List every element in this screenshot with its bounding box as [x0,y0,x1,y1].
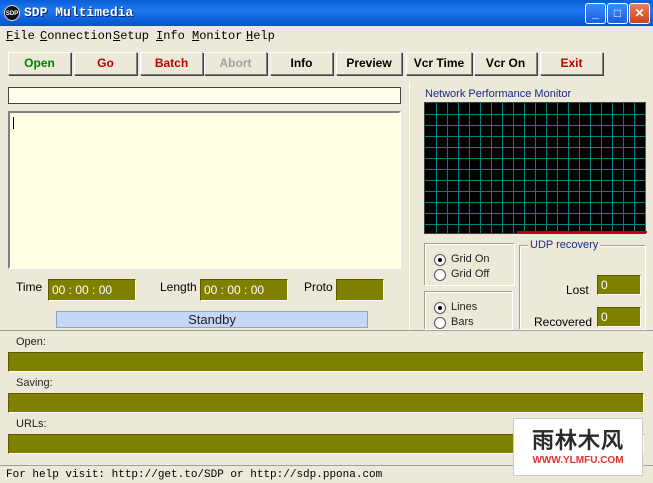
grid-line-horizontal [425,213,645,214]
menu-info[interactable]: Info [156,29,185,43]
go-button-label: Go [97,56,114,70]
time-value: 00 : 00 : 00 [48,279,136,301]
proto-value [336,279,384,301]
vcr-time-button[interactable]: Vcr Time [406,52,472,75]
info-button-label: Info [290,56,313,70]
recovered-label: Recovered [534,315,593,329]
open-button-label: Open [24,56,55,70]
lost-value: 0 [597,275,641,295]
saving-progress-bar [8,393,644,413]
udp-recovery-title: UDP recovery [528,239,601,251]
grid-line-horizontal [425,180,645,181]
grid-off-label: Grid Off [451,268,490,280]
menu-connection[interactable]: Connection [40,29,112,43]
menu-setup[interactable]: Setup [113,29,149,43]
preview-button[interactable]: Preview [336,52,402,75]
open-progress-bar [8,352,644,372]
batch-button[interactable]: Batch [140,52,203,75]
monitor-title: Network Performance Monitor [425,88,572,100]
bars-label: Bars [451,316,474,328]
title-bar[interactable]: SDP SDP Multimedia _ □ ✕ [0,0,653,26]
batch-button-label: Batch [154,56,189,70]
menu-help[interactable]: Help [246,29,275,43]
grid-line-horizontal [425,114,645,115]
abort-button[interactable]: Abort [204,52,267,75]
vcr-on-button-label: Vcr On [485,56,526,70]
watermark-logo: 雨林木风 WWW.YLMFU.COM [513,418,643,476]
urls-progress-label: URLs: [16,418,47,430]
log-textarea[interactable] [8,111,401,269]
monitor-trace [517,231,647,233]
watermark-text: 雨林木风 [531,428,624,453]
grid-line-horizontal [425,202,645,203]
exit-button-label: Exit [560,56,583,70]
grid-line-horizontal [425,147,645,148]
app-icon: SDP [4,5,20,21]
proto-label: Proto [304,280,333,294]
vcr-on-button[interactable]: Vcr On [474,52,537,75]
network-monitor-graph [424,102,647,234]
recovered-value: 0 [597,307,641,327]
grid-line-horizontal [425,125,645,126]
length-label: Length [160,280,197,294]
watermark-url: WWW.YLMFU.COM [532,455,624,466]
grid-line-horizontal [425,136,645,137]
lines-radio[interactable] [434,302,446,314]
grid-line-vertical [645,103,646,233]
grid-line-horizontal [425,158,645,159]
abort-button-label: Abort [219,56,252,70]
saving-progress-label: Saving: [16,377,53,389]
open-progress-label: Open: [16,336,46,348]
bars-radio[interactable] [434,317,446,329]
help-text: For help visit: http://get.to/SDP or htt… [6,469,383,481]
time-label: Time [16,280,43,294]
close-icon[interactable]: ✕ [629,3,650,24]
open-button[interactable]: Open [8,52,71,75]
window-title: SDP Multimedia [24,5,134,20]
lines-label: Lines [451,301,478,313]
info-button[interactable]: Info [270,52,333,75]
grid-on-label: Grid On [451,253,490,265]
menu-monitor[interactable]: Monitor [192,29,242,43]
grid-line-horizontal [425,191,645,192]
grid-line-horizontal [425,224,645,225]
menu-file[interactable]: File [6,29,35,43]
text-caret [13,117,14,129]
url-input[interactable] [8,87,401,104]
go-button[interactable]: Go [74,52,137,75]
minimize-icon[interactable]: _ [585,3,606,24]
lost-label: Lost [566,283,589,297]
exit-button[interactable]: Exit [540,52,603,75]
preview-button-label: Preview [346,56,392,70]
menu-bar: File Connection Setup Info Monitor Help [0,27,653,46]
vcr-time-button-label: Vcr Time [413,56,465,70]
maximize-icon[interactable]: □ [607,3,628,24]
grid-on-radio[interactable] [434,254,446,266]
status-indicator: Standby [56,311,368,328]
grid-off-radio[interactable] [434,269,446,281]
length-value: 00 : 00 : 00 [200,279,288,301]
grid-line-horizontal [425,169,645,170]
